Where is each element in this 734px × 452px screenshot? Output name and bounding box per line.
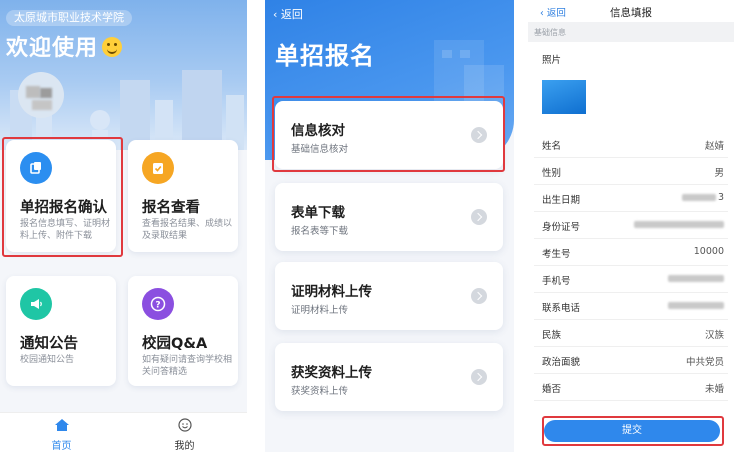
tab-label: 我的: [174, 441, 195, 452]
menu-item-form-download[interactable]: 表单下载 报名表等下载: [275, 183, 503, 251]
home-icon: [54, 419, 69, 431]
photo-label: 照片: [542, 55, 562, 66]
highlight-box: [2, 137, 123, 257]
field-birth-date[interactable]: 出生日期 3: [534, 184, 728, 212]
field-mobile[interactable]: 手机号: [534, 265, 728, 293]
card-description: 查看报名结果、成绩以及录取结果: [142, 219, 233, 241]
form-header: ‹ 返回 信息填报: [528, 0, 734, 22]
bottom-tab-bar: 首页 我的: [0, 412, 247, 452]
tab-label: 首页: [51, 441, 72, 452]
redacted-value: [668, 302, 724, 309]
redacted-value: [634, 221, 724, 228]
chevron-right-icon: [471, 288, 487, 304]
card-registration-view[interactable]: 报名查看 查看报名结果、成绩以及录取结果: [128, 140, 238, 252]
chevron-right-icon: [471, 369, 487, 385]
svg-text:?: ?: [155, 301, 160, 311]
highlight-box: [272, 96, 505, 172]
tab-home[interactable]: 首页: [0, 413, 123, 452]
back-button[interactable]: ‹ 返回: [273, 6, 303, 22]
photo-thumbnail[interactable]: [542, 80, 586, 114]
info-form-screen: ‹ 返回 信息填报 基础信息 照片 姓名 赵婧 性别 男 出生日期 3 身份证号…: [528, 0, 734, 452]
card-campus-qa[interactable]: ? 校园Q&A 如有疑问请查询学校相关问答精选: [128, 276, 238, 386]
field-political-status[interactable]: 政治面貌 中共党员: [534, 346, 728, 374]
highlight-box: [542, 416, 724, 446]
card-title: 校园Q&A: [142, 336, 208, 352]
welcome-heading: 欢迎使用: [6, 30, 123, 62]
question-mark-icon: ?: [142, 288, 174, 320]
card-description: 校园通知公告: [20, 355, 75, 365]
field-exam-number[interactable]: 考生号 10000: [534, 238, 728, 266]
home-screen: 太原城市职业技术学院 欢迎使用 单招报名确认 报名信息填写、证明材料上传、附件下…: [0, 0, 247, 452]
redacted-value: [668, 275, 724, 282]
school-name-badge: 太原城市职业技术学院: [6, 10, 132, 26]
card-notices[interactable]: 通知公告 校园通知公告: [6, 276, 116, 386]
page-title: 信息填报: [610, 7, 652, 19]
menu-item-subtitle: 报名表等下载: [291, 226, 349, 237]
chevron-right-icon: [471, 209, 487, 225]
field-marital-status[interactable]: 婚否 未婚: [534, 373, 728, 401]
registration-screen: ‹ 返回 单招报名 信息核对 基础信息核对 表单下载 报名表等下载 证明材料上传…: [265, 0, 514, 452]
user-avatar[interactable]: [18, 72, 64, 118]
card-title: 报名查看: [142, 200, 200, 216]
card-title: 通知公告: [20, 336, 78, 352]
page-title: 单招报名: [275, 42, 375, 70]
field-name[interactable]: 姓名 赵婧: [534, 130, 728, 158]
menu-item-award-upload[interactable]: 获奖资料上传 获奖资料上传: [275, 343, 503, 411]
card-description: 如有疑问请查询学校相关问答精选: [142, 355, 233, 377]
menu-item-title: 证明材料上传: [291, 284, 372, 300]
redacted-value: [682, 194, 716, 201]
menu-item-subtitle: 证明材料上传: [291, 305, 349, 316]
tab-mine[interactable]: 我的: [123, 413, 246, 452]
menu-item-title: 获奖资料上传: [291, 365, 372, 381]
megaphone-icon: [20, 288, 52, 320]
smiley-face-icon: [177, 418, 192, 432]
smiley-emoji-icon: [102, 37, 123, 57]
field-ethnicity[interactable]: 民族 汉族: [534, 319, 728, 347]
field-contact-phone[interactable]: 联系电话: [534, 292, 728, 320]
clipboard-check-icon: [142, 152, 174, 184]
menu-item-subtitle: 获奖资料上传: [291, 386, 349, 397]
section-header: 基础信息: [528, 22, 734, 42]
menu-item-title: 表单下载: [291, 205, 345, 221]
menu-item-proof-upload[interactable]: 证明材料上传 证明材料上传: [275, 262, 503, 330]
home-banner: 太原城市职业技术学院 欢迎使用: [0, 0, 247, 150]
field-id-number[interactable]: 身份证号: [534, 211, 728, 239]
field-gender[interactable]: 性别 男: [534, 157, 728, 185]
